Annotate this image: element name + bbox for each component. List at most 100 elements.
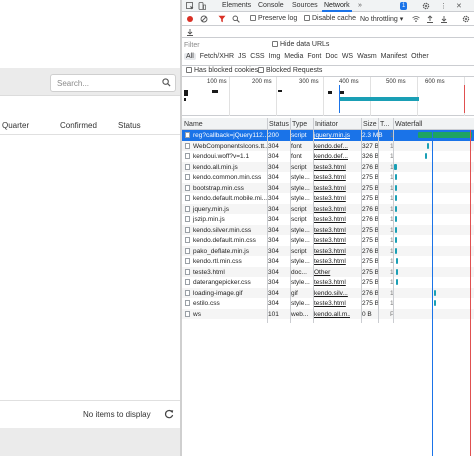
inspect-element-icon[interactable] — [186, 2, 194, 10]
throttling-select[interactable]: No throttling ▾ — [360, 15, 403, 23]
overview-tick: 500 ms — [386, 79, 406, 85]
request-initiator[interactable]: jquery.min.js... — [314, 132, 350, 139]
request-name: ws — [185, 310, 267, 318]
request-initiator[interactable]: teste3.html — [314, 300, 350, 307]
request-initiator[interactable]: teste3.html — [314, 185, 350, 192]
request-row[interactable]: bootstrap.min.css 304 style... teste3.html 2… — [182, 182, 474, 193]
request-initiator[interactable]: Other — [314, 269, 350, 276]
header-initiator[interactable]: Initiator — [315, 121, 338, 128]
more-options-icon[interactable]: ⋮ — [440, 2, 447, 10]
header-type[interactable]: Type — [292, 121, 307, 128]
download-icon[interactable] — [440, 15, 448, 23]
filter-type-css[interactable]: CSS — [250, 53, 264, 60]
request-initiator[interactable]: teste3.html — [314, 164, 350, 171]
filter-type-all[interactable]: All — [184, 53, 196, 60]
request-initiator[interactable]: teste3.html — [314, 279, 350, 286]
request-row[interactable]: jquery.min.js 304 script teste3.html 276 B1 — [182, 203, 474, 214]
filter-type-media[interactable]: Media — [284, 53, 303, 60]
column-status[interactable]: Status — [118, 121, 141, 130]
request-row[interactable]: reg?callback=jQuery112... 200 script jquery… — [182, 130, 474, 141]
filter-type-doc[interactable]: Doc — [325, 53, 337, 60]
request-initiator[interactable]: teste3.html — [314, 216, 350, 223]
issues-badge[interactable]: 1 — [400, 2, 408, 10]
refresh-icon[interactable] — [164, 409, 174, 419]
column-quarter[interactable]: Quarter — [2, 121, 29, 130]
request-initiator[interactable]: teste3.html — [314, 248, 350, 255]
filter-type-font[interactable]: Font — [307, 53, 321, 60]
upload-icon[interactable] — [426, 15, 434, 23]
gear-icon[interactable] — [422, 2, 430, 10]
request-row[interactable]: kendo.silver.min.css 304 style... teste3.ht… — [182, 224, 474, 235]
header-waterfall[interactable]: Waterfall — [395, 121, 422, 128]
request-row[interactable]: kendo.all.min.js 304 script teste3.html 276 … — [182, 161, 474, 172]
request-initiator[interactable]: kendo.def... — [314, 153, 350, 160]
checkbox-icon — [272, 41, 278, 47]
request-size: 0 B — [362, 310, 372, 318]
blocked-requests-checkbox[interactable]: Blocked Requests — [258, 67, 322, 74]
request-row[interactable]: kendo.common.min.css 304 style... teste3.ht… — [182, 172, 474, 183]
filter-type-other[interactable]: Other — [411, 53, 429, 60]
filter-type-img[interactable]: Img — [269, 53, 281, 60]
hide-data-urls-checkbox[interactable]: Hide data URLs — [272, 41, 329, 48]
gear-icon[interactable] — [462, 15, 470, 23]
request-row[interactable]: jszip.min.js 304 script teste3.html 276 B1 — [182, 214, 474, 225]
request-initiator[interactable]: teste3.html — [314, 227, 350, 234]
wifi-icon[interactable] — [412, 15, 420, 23]
request-initiator[interactable]: teste3.html — [314, 258, 350, 265]
filter-type-manifest[interactable]: Manifest — [381, 53, 407, 60]
disable-cache-checkbox[interactable]: Disable cache — [304, 15, 356, 22]
request-initiator[interactable]: teste3.html — [314, 237, 350, 244]
waterfall-bar — [395, 237, 397, 243]
device-toolbar-icon[interactable] — [198, 2, 206, 10]
filter-input[interactable]: Filter — [184, 42, 200, 49]
request-size: 276 B — [362, 216, 379, 223]
request-type: script — [291, 216, 307, 223]
header-status[interactable]: Status — [269, 121, 289, 128]
filter-type-wasm[interactable]: Wasm — [357, 53, 377, 60]
column-confirmed[interactable]: Confirmed — [60, 121, 97, 130]
request-initiator[interactable]: teste3.html — [314, 195, 350, 202]
header-size[interactable]: Size — [363, 121, 377, 128]
tab-sources[interactable]: Sources — [292, 2, 318, 9]
search-icon[interactable] — [232, 15, 240, 23]
filter-type-fetch-xhr[interactable]: Fetch/XHR — [200, 53, 234, 60]
request-initiator[interactable]: teste3.html — [314, 206, 350, 213]
request-row[interactable]: loading-image.gif 304 gif kendo.silv... 276 … — [182, 287, 474, 298]
filter-type-js[interactable]: JS — [238, 53, 246, 60]
waterfall-bar — [395, 195, 397, 201]
header-name[interactable]: Name — [184, 121, 203, 128]
search-input[interactable]: Search... — [50, 74, 176, 92]
request-row[interactable]: kendo.rtl.min.css 304 style... teste3.html 2… — [182, 256, 474, 267]
request-name-text: loading-image.gif — [193, 289, 243, 297]
record-icon[interactable] — [186, 15, 194, 23]
preserve-log-checkbox[interactable]: Preserve log — [250, 15, 297, 22]
filter-type-ws[interactable]: WS — [342, 53, 353, 60]
request-row[interactable]: teste3.html 304 doc... Other 275 B1 — [182, 266, 474, 277]
request-row[interactable]: pako_deflate.min.js 304 script teste3.html 2… — [182, 245, 474, 256]
close-icon[interactable]: ✕ — [456, 2, 462, 10]
request-initiator[interactable]: kendo.silv... — [314, 290, 350, 297]
app-pane: Search... Quarter Confirmed Status No it… — [0, 0, 180, 456]
request-row[interactable]: kendoui.woff?v=1.1 304 font kendo.def... 326… — [182, 151, 474, 162]
request-initiator[interactable]: kendo.def... — [314, 143, 350, 150]
header-time[interactable]: T... — [380, 121, 389, 128]
request-row[interactable]: estilo.css 304 style... teste3.html 275 B1 — [182, 298, 474, 309]
request-initiator[interactable]: kendo.all.m... — [314, 311, 350, 318]
request-row[interactable]: kendo.default.mobile.mi... 304 style... tes… — [182, 193, 474, 204]
filter-icon[interactable] — [218, 15, 226, 23]
tab-network[interactable]: Network — [322, 2, 352, 12]
network-overview[interactable]: 100 ms 200 ms 300 ms 400 ms 500 ms 600 m… — [182, 77, 474, 116]
request-row[interactable]: kendo.default.min.css 304 style... teste3.h… — [182, 235, 474, 246]
clear-icon[interactable] — [200, 15, 208, 23]
has-blocked-cookies-checkbox[interactable]: Has blocked cookies — [186, 67, 258, 74]
request-row[interactable]: daterangepicker.css 304 style... teste3.htm… — [182, 277, 474, 288]
search-icon[interactable] — [162, 78, 171, 87]
tab-elements[interactable]: Elements — [222, 2, 251, 9]
tab-console[interactable]: Console — [258, 2, 284, 9]
request-row[interactable]: WebComponentsIcons.tt... 304 font kendo.def… — [182, 140, 474, 151]
request-row[interactable]: ws101web...kendo.all.m...0 BP — [182, 308, 474, 319]
request-initiator[interactable]: teste3.html — [314, 174, 350, 181]
screen: Search... Quarter Confirmed Status No it… — [0, 0, 474, 456]
download-har-icon[interactable] — [186, 28, 194, 36]
more-tabs-icon[interactable]: » — [358, 2, 362, 9]
